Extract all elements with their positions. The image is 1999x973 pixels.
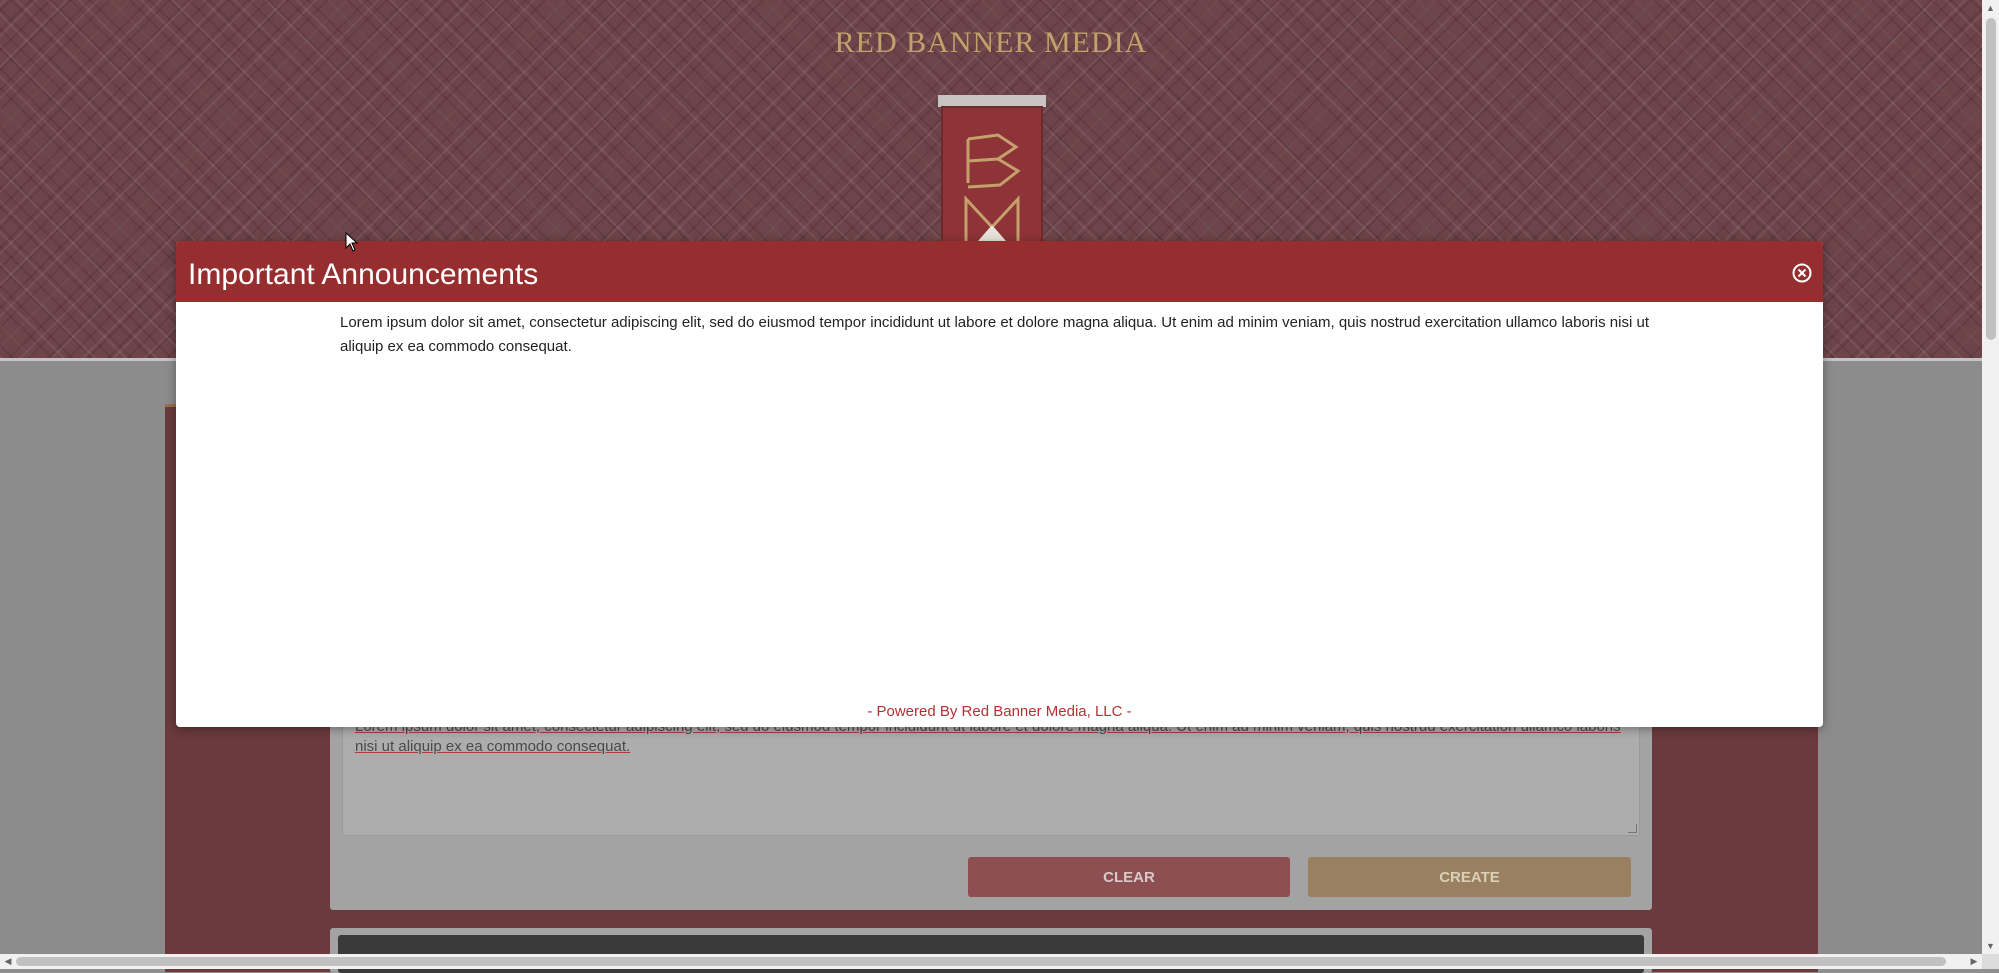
modal-header: Important Announcements: [176, 241, 1823, 302]
scroll-right-icon[interactable]: ▶: [1966, 954, 1982, 969]
scroll-up-icon[interactable]: ▲: [1982, 0, 1999, 16]
scroll-left-icon[interactable]: ◀: [0, 954, 16, 969]
mouse-pointer-icon: [345, 232, 359, 252]
modal-title: Important Announcements: [188, 258, 539, 291]
scroll-down-icon[interactable]: ▼: [1982, 938, 1999, 954]
announcements-modal: Important Announcements Lorem ipsum dolo…: [176, 241, 1823, 727]
horizontal-scroll-thumb[interactable]: [16, 957, 1946, 966]
close-circle-icon[interactable]: [1791, 262, 1813, 284]
vertical-scrollbar[interactable]: ▲ ▼: [1982, 0, 1999, 954]
modal-footer: - Powered By Red Banner Media, LLC -: [867, 703, 1132, 720]
scrollbar-corner: [1982, 954, 1999, 969]
vertical-scroll-thumb[interactable]: [1986, 18, 1996, 340]
horizontal-scrollbar[interactable]: ◀ ▶: [0, 954, 1982, 969]
modal-body: Lorem ipsum dolor sit amet, consectetur …: [340, 314, 1649, 355]
